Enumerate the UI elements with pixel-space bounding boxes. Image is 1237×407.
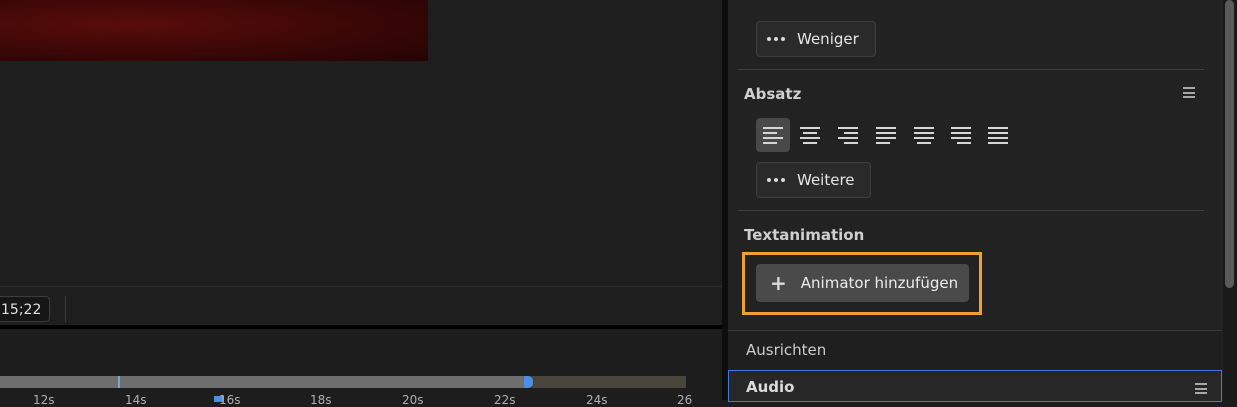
ruler-label: 16s — [219, 393, 241, 407]
align-left-button[interactable] — [756, 118, 790, 152]
paragraph-section-title: Absatz — [744, 85, 802, 103]
plus-icon: + — [770, 271, 787, 295]
ruler-label: 14s — [125, 393, 147, 407]
audio-menu-icon[interactable] — [1195, 383, 1207, 394]
section-divider — [738, 69, 1204, 70]
timecode-field[interactable]: 15;22 — [0, 296, 50, 322]
properties-panel: Weniger Absatz Weitere Textanimation + A… — [728, 0, 1237, 402]
justify-last-right-button[interactable] — [944, 118, 978, 152]
ruler-label: 26 — [677, 393, 693, 407]
add-animator-button[interactable]: + Animator hinzufügen — [756, 264, 969, 302]
video-preview-frame — [0, 0, 428, 61]
align-section-label: Ausrichten — [746, 341, 827, 359]
justify-last-left-button[interactable] — [869, 118, 903, 152]
more-button-label: Weitere — [797, 171, 855, 189]
ruler-label: 20s — [402, 393, 424, 407]
justify-last-center-button[interactable] — [907, 118, 941, 152]
ruler-label: 22s — [494, 393, 516, 407]
more-dots-icon — [767, 178, 785, 182]
add-animator-label: Animator hinzufügen — [800, 274, 959, 292]
less-button-label: Weniger — [797, 30, 859, 48]
more-dots-icon — [767, 37, 785, 41]
audio-section-header[interactable]: Audio — [728, 370, 1222, 402]
align-section-header[interactable]: Ausrichten — [728, 330, 1222, 369]
audio-section-label: Audio — [746, 378, 795, 396]
paragraph-menu-icon[interactable] — [1183, 87, 1195, 98]
program-monitor: 15;22 12s 14s 16s 18s 20s 22s 24s 26 — [0, 0, 722, 407]
transport-bar: 15;22 — [0, 286, 722, 327]
timeline-area[interactable]: 12s 14s 16s 18s 20s 22s 24s 26 — [0, 329, 722, 407]
ruler-label: 18s — [310, 393, 332, 407]
ruler-label: 12s — [33, 393, 55, 407]
scrollbar-thumb[interactable] — [1225, 0, 1234, 288]
align-center-button[interactable] — [793, 118, 827, 152]
ruler-label: 24s — [586, 393, 608, 407]
work-area-end-handle[interactable] — [524, 376, 533, 388]
work-area-bar[interactable] — [0, 376, 528, 388]
justify-all-button[interactable] — [981, 118, 1015, 152]
more-button[interactable]: Weitere — [756, 162, 871, 198]
less-button[interactable]: Weniger — [756, 21, 876, 57]
transport-divider — [65, 296, 66, 322]
align-right-button[interactable] — [831, 118, 865, 152]
section-divider — [738, 210, 1204, 211]
work-area-marker[interactable] — [118, 376, 120, 388]
work-area-remainder — [528, 376, 686, 388]
text-animation-section-title: Textanimation — [744, 226, 865, 244]
